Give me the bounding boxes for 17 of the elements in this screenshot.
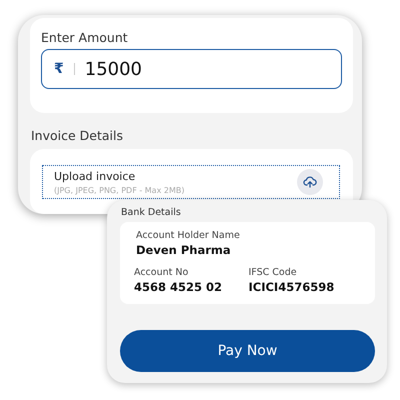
upload-hint: (JPG, JPEG, PNG, PDF - Max 2MB) <box>54 186 184 194</box>
field-label: Account Holder Name <box>136 230 241 241</box>
amount-field[interactable]: ₹ 15000 <box>41 49 342 89</box>
field-value: ICICI4576598 <box>248 280 336 294</box>
upload-title: Upload invoice <box>54 170 136 182</box>
field-label: IFSC Code <box>248 267 298 278</box>
field-value: 4568 4525 02 <box>134 280 224 294</box>
upload-dropzone[interactable]: Upload invoice (JPG, JPEG, PNG, PDF - Max 2MB) <box>42 165 340 199</box>
section-heading: Bank Details <box>121 207 182 218</box>
section-heading: Invoice Details <box>31 128 124 143</box>
currency-symbol: ₹ <box>54 61 64 77</box>
amount-label: Enter Amount <box>41 30 129 45</box>
cloud-upload-icon[interactable] <box>297 169 323 195</box>
field-value: Deven Pharma <box>136 243 232 257</box>
amount-value: 15000 <box>84 58 142 80</box>
field-label: Account No <box>134 267 190 278</box>
pay-now-button[interactable]: Pay Now <box>120 330 375 372</box>
